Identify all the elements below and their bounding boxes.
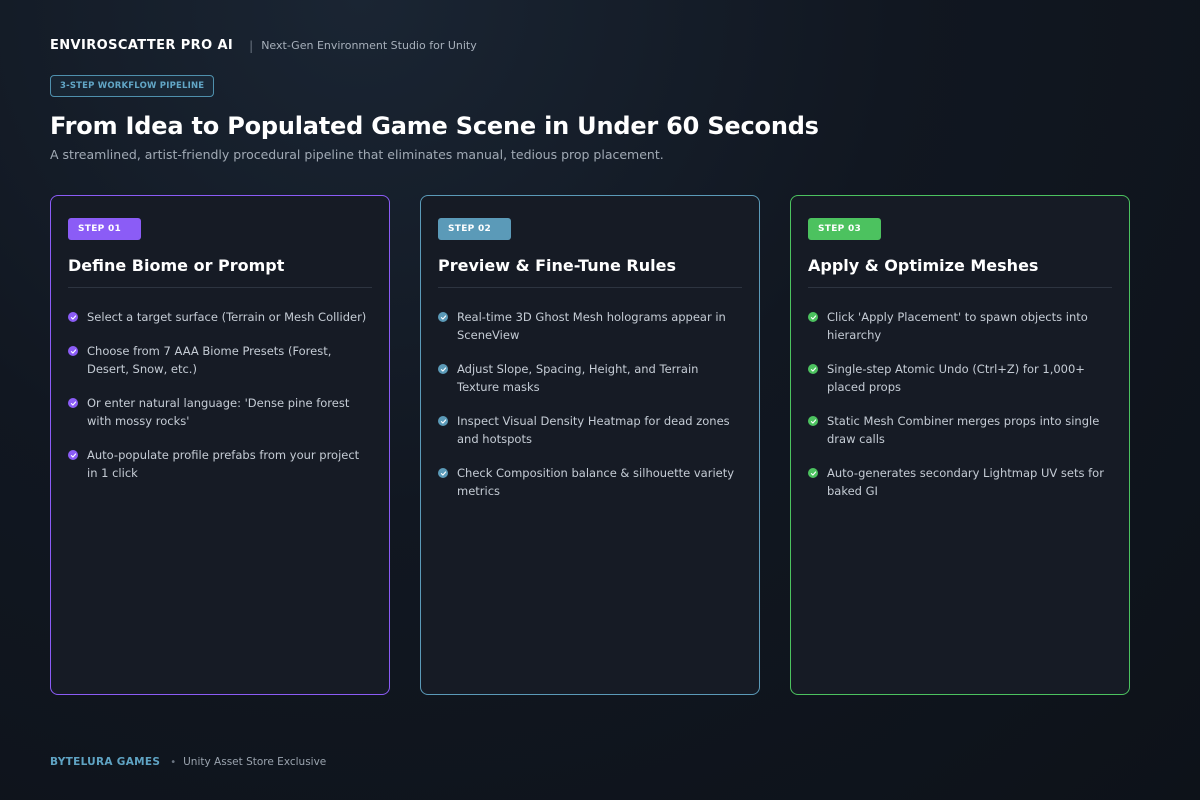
list-item-text: Click 'Apply Placement' to spawn objects…	[827, 310, 1088, 342]
step-card-3: STEP 03 Apply & Optimize Meshes Click 'A…	[790, 195, 1130, 695]
list-item-text: Static Mesh Combiner merges props into s…	[827, 414, 1100, 446]
list-item-text: Select a target surface (Terrain or Mesh…	[87, 310, 367, 324]
header: ENVIROSCATTER PRO AI | Next-Gen Environm…	[50, 38, 477, 53]
brand-name: ENVIROSCATTER PRO AI	[50, 38, 234, 53]
list-item: Single-step Atomic Undo (Ctrl+Z) for 1,0…	[808, 360, 1112, 396]
check-circle-icon	[438, 364, 448, 374]
list-item-text: Single-step Atomic Undo (Ctrl+Z) for 1,0…	[827, 362, 1085, 394]
check-circle-icon	[808, 468, 818, 478]
check-circle-icon	[438, 416, 448, 426]
list-item-text: Auto-generates secondary Lightmap UV set…	[827, 466, 1104, 498]
page-title: From Idea to Populated Game Scene in Und…	[50, 112, 819, 140]
footer-note: Unity Asset Store Exclusive	[183, 756, 327, 768]
list-item: Inspect Visual Density Heatmap for dead …	[438, 412, 742, 448]
step-title: Preview & Fine-Tune Rules	[438, 256, 742, 288]
step-title: Apply & Optimize Meshes	[808, 256, 1112, 288]
check-circle-icon	[68, 346, 78, 356]
step-badge: STEP 02	[438, 218, 511, 240]
list-item-text: Inspect Visual Density Heatmap for dead …	[457, 414, 730, 446]
step-cards: STEP 01 Define Biome or Prompt Select a …	[50, 195, 1130, 695]
check-circle-icon	[68, 450, 78, 460]
list-item-text: Choose from 7 AAA Biome Presets (Forest,…	[87, 344, 332, 376]
step-badge: STEP 01	[68, 218, 141, 240]
list-item: Auto-generates secondary Lightmap UV set…	[808, 464, 1112, 500]
step-item-list: Select a target surface (Terrain or Mesh…	[68, 308, 372, 482]
list-item-text: Auto-populate profile prefabs from your …	[87, 448, 360, 480]
step-item-list: Real-time 3D Ghost Mesh holograms appear…	[438, 308, 742, 500]
footer: BYTELURA GAMES • Unity Asset Store Exclu…	[50, 756, 326, 768]
list-item-text: Real-time 3D Ghost Mesh holograms appear…	[457, 310, 726, 342]
workflow-pill: 3-STEP WORKFLOW PIPELINE	[50, 75, 215, 97]
list-item: Select a target surface (Terrain or Mesh…	[68, 308, 372, 326]
check-circle-icon	[68, 398, 78, 408]
list-item: Real-time 3D Ghost Mesh holograms appear…	[438, 308, 742, 344]
step-item-list: Click 'Apply Placement' to spawn objects…	[808, 308, 1112, 500]
check-circle-icon	[438, 312, 448, 322]
page-subtitle: A streamlined, artist-friendly procedura…	[50, 147, 664, 162]
list-item: Choose from 7 AAA Biome Presets (Forest,…	[68, 342, 372, 378]
check-circle-icon	[808, 416, 818, 426]
step-title: Define Biome or Prompt	[68, 256, 372, 288]
footer-separator: •	[170, 756, 177, 768]
list-item: Or enter natural language: 'Dense pine f…	[68, 394, 372, 430]
list-item: Check Composition balance & silhouette v…	[438, 464, 742, 500]
header-tagline: Next-Gen Environment Studio for Unity	[261, 39, 477, 52]
check-circle-icon	[808, 312, 818, 322]
step-card-1: STEP 01 Define Biome or Prompt Select a …	[50, 195, 390, 695]
footer-brand: BYTELURA GAMES	[50, 756, 161, 768]
list-item-text: Adjust Slope, Spacing, Height, and Terra…	[457, 362, 699, 394]
list-item: Auto-populate profile prefabs from your …	[68, 446, 372, 482]
list-item-text: Or enter natural language: 'Dense pine f…	[87, 396, 350, 428]
list-item: Adjust Slope, Spacing, Height, and Terra…	[438, 360, 742, 396]
list-item-text: Check Composition balance & silhouette v…	[457, 466, 735, 498]
step-card-2: STEP 02 Preview & Fine-Tune Rules Real-t…	[420, 195, 760, 695]
list-item: Click 'Apply Placement' to spawn objects…	[808, 308, 1112, 344]
check-circle-icon	[68, 312, 78, 322]
list-item: Static Mesh Combiner merges props into s…	[808, 412, 1112, 448]
header-separator: |	[249, 38, 254, 53]
check-circle-icon	[808, 364, 818, 374]
step-badge: STEP 03	[808, 218, 881, 240]
check-circle-icon	[438, 468, 448, 478]
